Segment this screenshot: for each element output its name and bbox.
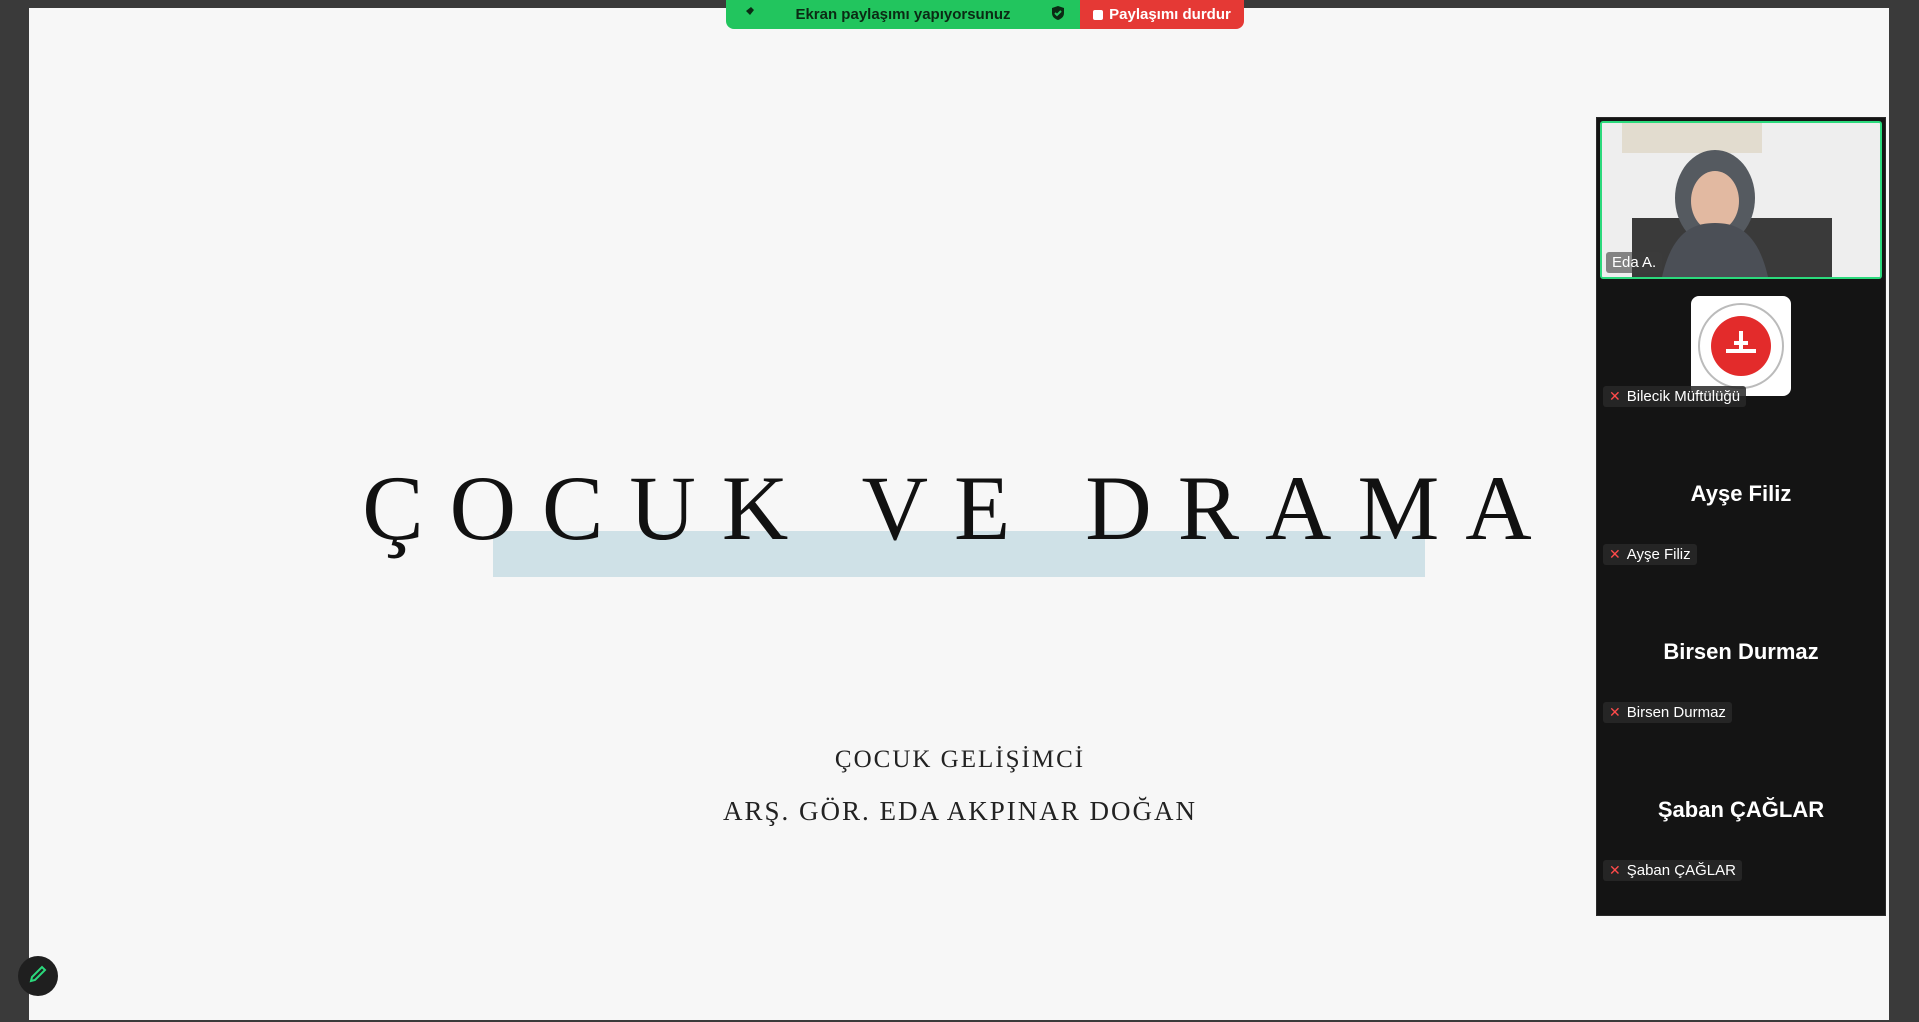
active-speaker-video[interactable]: Eda A. (1600, 121, 1882, 279)
mic-off-icon: ✕ (1609, 704, 1621, 720)
mic-off-icon: ✕ (1609, 388, 1621, 404)
share-status: Ekran paylaşımı yapıyorsunuz (726, 0, 1080, 29)
participant-display-name: Ayşe Filiz (1690, 481, 1792, 506)
participant-display-name: Şaban ÇAĞLAR (1657, 797, 1825, 822)
annotate-pen-icon (28, 964, 48, 989)
participant-label: ✕ Ayşe Filiz (1603, 544, 1697, 565)
participant-tile[interactable]: Ayşe Filiz ✕ Ayşe Filiz (1597, 436, 1885, 594)
mic-off-icon: ✕ (1609, 862, 1621, 878)
participant-tile[interactable]: Birsen Durmaz ✕ Birsen Durmaz (1597, 594, 1885, 752)
participants-panel: Eda A. ✕ Bilecik Müftülüğü Ayşe Filiz ✕ … (1596, 117, 1886, 916)
participant-tile[interactable]: Şaban ÇAĞLAR ✕ Şaban ÇAĞLAR (1597, 752, 1885, 910)
annotate-button[interactable] (18, 956, 58, 996)
participant-label: ✕ Birsen Durmaz (1603, 702, 1732, 723)
pin-icon[interactable] (740, 5, 756, 25)
stop-square-icon (1093, 9, 1104, 20)
participant-label: ✕ Şaban ÇAĞLAR (1603, 860, 1742, 881)
screen-share-bar: Ekran paylaşımı yapıyorsunuz Paylaşımı d… (726, 0, 1244, 29)
participant-logo (1691, 296, 1791, 396)
stop-sharing-label: Paylaşımı durdur (1109, 6, 1231, 23)
participant-tile[interactable]: ✕ Bilecik Müftülüğü (1597, 278, 1885, 436)
participant-label: ✕ Bilecik Müftülüğü (1603, 386, 1747, 407)
stop-sharing-button[interactable]: Paylaşımı durdur (1080, 0, 1244, 29)
mic-off-icon: ✕ (1609, 546, 1621, 562)
participant-display-name: Birsen Durmaz (1663, 639, 1819, 664)
active-speaker-name: Eda A. (1606, 252, 1663, 273)
shield-check-icon (1050, 5, 1066, 25)
share-status-text: Ekran paylaşımı yapıyorsunuz (795, 6, 1011, 23)
